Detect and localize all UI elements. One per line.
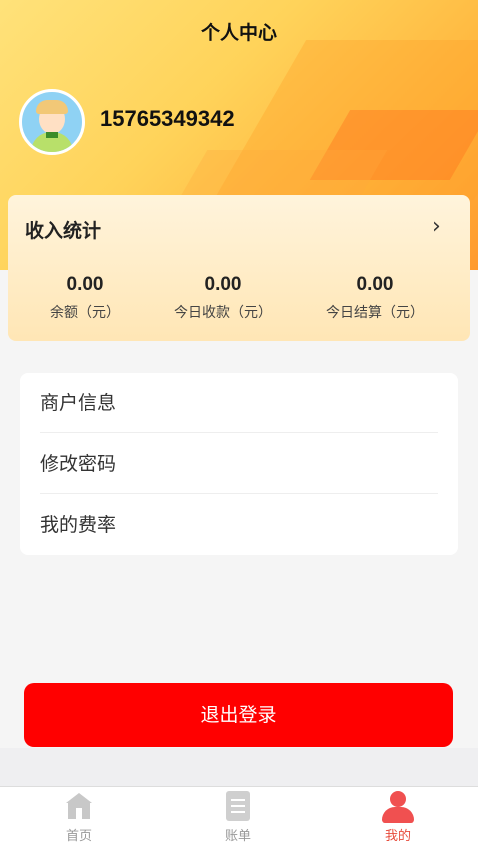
stat-value: 0.00 [204,274,242,295]
income-title: 收入统计 [25,220,102,242]
home-icon [66,793,92,819]
stat-today-settled: 0.00 今日结算（元） [300,274,450,322]
bottom-spacer [0,748,478,786]
tab-label: 首页 [65,829,92,844]
tab-bar: 首页 账单 我的 [0,786,478,850]
tab-mine[interactable]: 我的 [348,787,448,850]
page-title: 个人中心 [200,22,277,44]
stat-label: 今日结算（元） [326,305,424,321]
stat-label: 今日收款（元） [174,305,272,321]
avatar-bow [46,132,58,138]
income-card[interactable]: 收入统计 › 0.00 余额（元） 0.00 今日收款（元） 0.00 今日结算… [8,195,470,341]
tab-bill[interactable]: 账单 [188,787,288,850]
menu-item-merchant-info[interactable]: 商户信息 [40,373,438,433]
tab-label: 我的 [384,829,411,844]
stat-today-received: 0.00 今日收款（元） [148,274,298,322]
bill-icon [226,791,250,821]
stat-balance: 0.00 余额（元） [10,274,160,322]
menu-card: 商户信息 修改密码 我的费率 [20,373,458,555]
avatar[interactable] [19,89,85,155]
tab-home[interactable]: 首页 [29,787,129,850]
avatar-hair [36,100,68,114]
tab-label: 账单 [224,829,251,844]
logout-button[interactable]: 退出登录 [24,683,453,747]
user-icon [382,791,414,823]
chevron-right-icon[interactable]: › [432,214,441,239]
stat-value: 0.00 [66,274,104,295]
user-phone: 15765349342 [100,106,235,131]
stat-value: 0.00 [356,274,394,295]
stat-label: 余额（元） [50,305,120,321]
menu-item-change-password[interactable]: 修改密码 [40,434,438,494]
menu-item-my-rate[interactable]: 我的费率 [40,495,438,555]
